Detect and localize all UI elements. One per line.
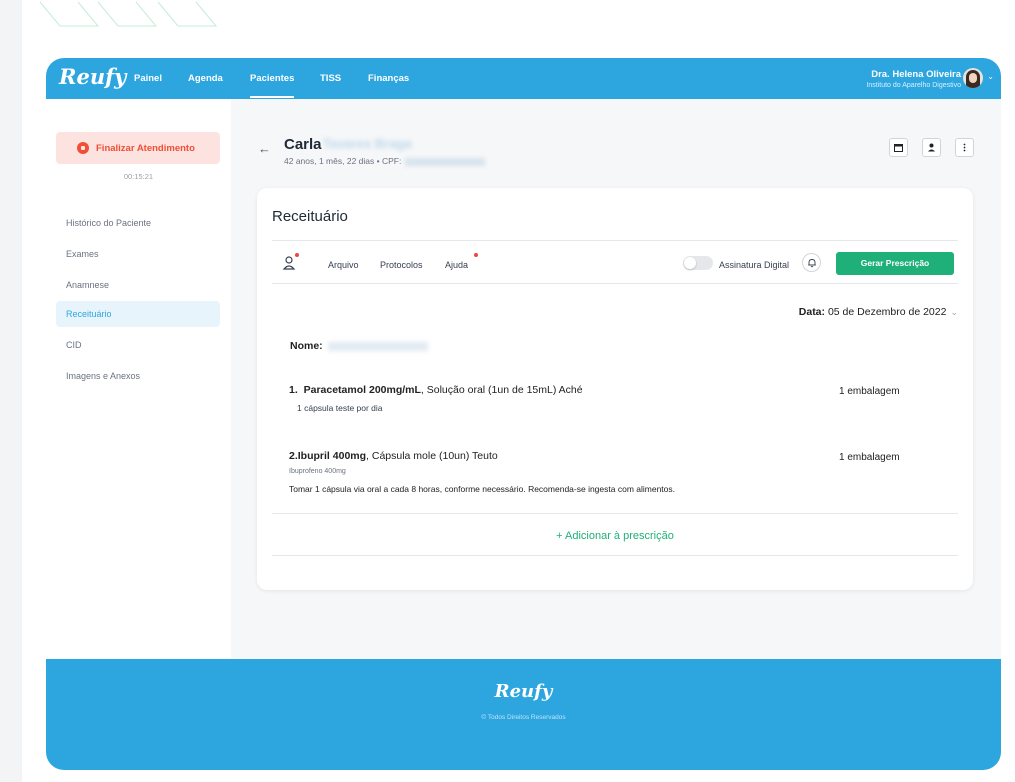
- divider: [272, 513, 958, 514]
- top-navbar: Reufy Painel Agenda Pacientes TISS Finan…: [46, 58, 1001, 99]
- date-selector[interactable]: Data: 05 de Dezembro de 2022 ⌄: [799, 306, 958, 318]
- nome-label: Nome:: [290, 340, 323, 352]
- adicionar-prescricao-button[interactable]: + Adicionar à prescrição: [257, 530, 973, 542]
- assinatura-toggle[interactable]: [683, 256, 713, 270]
- user-institution: Instituto do Aparelho Digestivo: [866, 82, 961, 89]
- nav-financas[interactable]: Finanças: [368, 73, 409, 84]
- person-icon[interactable]: [922, 138, 941, 157]
- nav-tiss[interactable]: TISS: [320, 73, 341, 84]
- sidebar-item-cid[interactable]: CID: [56, 332, 220, 358]
- cpf-redacted: [405, 157, 486, 166]
- bell-icon[interactable]: [802, 253, 821, 272]
- nav-pacientes[interactable]: Pacientes: [250, 73, 294, 84]
- patient-first-name: Carla: [284, 136, 322, 153]
- nav-active-indicator: [250, 96, 294, 98]
- chevron-down-icon: ⌄: [950, 307, 958, 317]
- chevron-down-icon[interactable]: ⌄: [987, 72, 994, 81]
- med-1-line[interactable]: 1. Paracetamol 200mg/mL, Solução oral (1…: [289, 384, 583, 396]
- sidebar-item-historico[interactable]: Histórico do Paciente: [56, 210, 220, 236]
- sidebar: Finalizar Atendimento 00:15:21 Histórico…: [46, 99, 231, 659]
- more-vertical-icon[interactable]: [955, 138, 974, 157]
- back-arrow-icon[interactable]: ←: [258, 141, 271, 156]
- user-name[interactable]: Dra. Helena Oliveira: [871, 69, 961, 80]
- med-2-generic: Ibuprofeno 400mg: [289, 468, 346, 475]
- sidebar-item-exames[interactable]: Exames: [56, 241, 220, 267]
- med-1-qty: 1 embalagem: [839, 386, 900, 397]
- med-2-posology: Tomar 1 cápsula via oral a cada 8 horas,…: [289, 484, 675, 494]
- calendar-icon[interactable]: [889, 138, 908, 157]
- brand-logo[interactable]: Reufy: [59, 64, 126, 89]
- nav-painel[interactable]: Painel: [134, 73, 162, 84]
- date-label: Data:: [798, 306, 826, 318]
- sidebar-item-anamnese[interactable]: Anamnese: [56, 272, 220, 298]
- left-strip: [0, 0, 22, 782]
- med-1-index: 1.: [289, 384, 298, 396]
- prescription-toolbar: Arquivo Protocolos Ajuda Assinatura Digi…: [272, 240, 958, 284]
- sidebar-item-receituario[interactable]: Receituário: [56, 301, 220, 327]
- med-2-desc: , Cápsula mole (10un) Teuto: [366, 450, 498, 462]
- patient-last-name: Tavares Braga: [323, 136, 412, 151]
- patient-meta: 42 anos, 1 mês, 22 dias • CPF:: [284, 156, 486, 166]
- app-window: Reufy Painel Agenda Pacientes TISS Finan…: [46, 58, 1001, 770]
- user-outline-icon[interactable]: [281, 253, 299, 271]
- session-timer: 00:15:21: [123, 172, 154, 181]
- med-2-line[interactable]: 2.Ibupril 400mg, Cápsula mole (10un) Teu…: [289, 450, 498, 462]
- med-2-index: 2.: [289, 450, 298, 462]
- menu-protocolos[interactable]: Protocolos: [380, 260, 423, 270]
- med-1-name: Paracetamol 200mg/mL: [303, 384, 421, 396]
- med-2-qty: 1 embalagem: [839, 452, 900, 463]
- sidebar-item-imagens[interactable]: Imagens e Anexos: [56, 363, 220, 389]
- nome-redacted: [328, 342, 428, 351]
- gerar-prescricao-button[interactable]: Gerar Prescrição: [836, 252, 954, 275]
- med-1-posology: 1 cápsula teste por dia: [297, 403, 383, 413]
- finalizar-label: Finalizar Atendimento: [96, 143, 195, 154]
- footer: Reufy © Todos Direitos Reservados: [46, 659, 1001, 770]
- date-value: 05 de Dezembro de 2022: [827, 306, 947, 318]
- stop-icon: [77, 142, 89, 154]
- nav-agenda[interactable]: Agenda: [188, 73, 223, 84]
- footer-logo: Reufy: [494, 681, 553, 702]
- divider: [272, 555, 958, 556]
- med-2-name: Ibupril 400mg: [297, 450, 367, 462]
- med-1-desc: , Solução oral (1un de 15mL) Aché: [420, 384, 583, 396]
- decorative-lines: [39, 1, 218, 27]
- receituario-card: Receituário Arquivo Protocolos Ajuda Ass…: [257, 188, 973, 590]
- menu-arquivo[interactable]: Arquivo: [328, 260, 359, 270]
- patient-meta-text: 42 anos, 1 mês, 22 dias • CPF:: [284, 156, 402, 166]
- notification-dot: [474, 253, 478, 257]
- menu-ajuda[interactable]: Ajuda: [445, 260, 468, 270]
- assinatura-label: Assinatura Digital: [719, 260, 790, 270]
- finalizar-atendimento-button[interactable]: Finalizar Atendimento: [56, 132, 220, 164]
- avatar[interactable]: [963, 68, 983, 88]
- card-title: Receituário: [272, 208, 348, 225]
- footer-copyright: © Todos Direitos Reservados: [481, 714, 566, 721]
